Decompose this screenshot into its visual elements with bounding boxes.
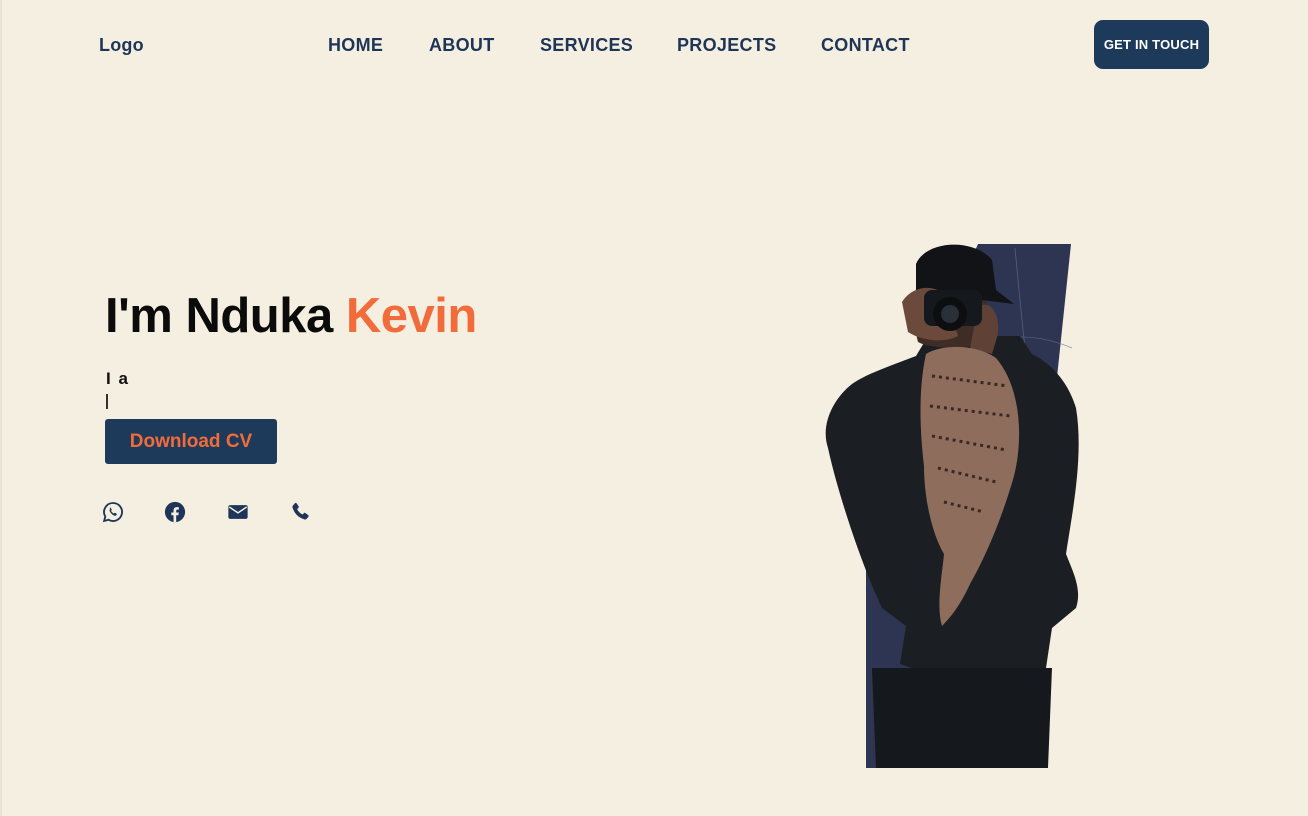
typing-caret bbox=[106, 394, 108, 409]
nav-contact[interactable]: CONTACT bbox=[821, 35, 910, 56]
hero-title-name: I'm Nduka bbox=[105, 289, 346, 343]
mail-icon[interactable] bbox=[227, 501, 249, 523]
nav-home[interactable]: HOME bbox=[328, 35, 383, 56]
nav-services[interactable]: SERVICES bbox=[540, 35, 633, 56]
whatsapp-icon[interactable] bbox=[102, 501, 124, 523]
get-in-touch-button[interactable]: GET IN TOUCH bbox=[1094, 20, 1209, 69]
nav-projects[interactable]: PROJECTS bbox=[677, 35, 776, 56]
facebook-icon[interactable] bbox=[164, 501, 186, 523]
nav-about[interactable]: ABOUT bbox=[429, 35, 495, 56]
hero-title-accent: Kevin bbox=[345, 289, 477, 343]
hero-title: I'm Nduka Kevin bbox=[105, 288, 477, 344]
typing-role-text: I a bbox=[106, 369, 130, 388]
site-header: Logo HOME ABOUT SERVICES PROJECTS CONTAC… bbox=[0, 0, 1308, 92]
phone-icon[interactable] bbox=[289, 501, 311, 523]
download-cv-button[interactable]: Download CV bbox=[105, 419, 277, 464]
logo-link[interactable]: Logo bbox=[99, 35, 144, 56]
page-border bbox=[0, 0, 1308, 816]
portrait-photographer-image bbox=[825, 244, 1079, 768]
